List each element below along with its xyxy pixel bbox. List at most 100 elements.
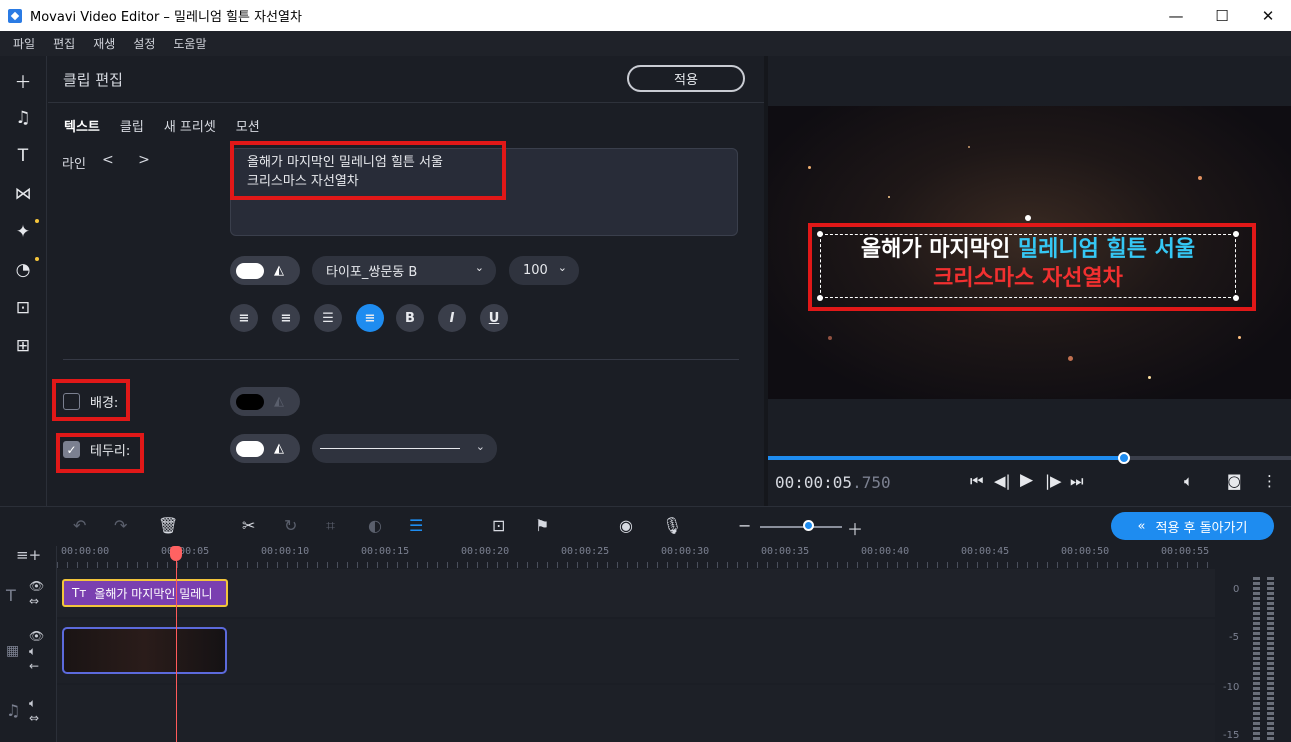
menu-file[interactable]: 파일: [4, 35, 44, 52]
text-icon[interactable]: T: [12, 145, 34, 167]
window-title: Movavi Video Editor – 밀레니엄 힐튼 자선열차: [30, 10, 302, 25]
video-clip[interactable]: [62, 627, 227, 674]
track-headers: ≡+ T 👁︎ ⇔ ▦ 👁︎ 🔈︎ ← ♫ 🔈︎ ⇔: [0, 546, 57, 742]
ruler-tick: 00:00:55: [1161, 546, 1210, 557]
apply-and-return-button[interactable]: « 적용 후 돌아가기: [1111, 512, 1274, 540]
playback-progress[interactable]: [768, 452, 1291, 464]
ruler-marks: [57, 562, 1215, 568]
clip-properties-icon[interactable]: ☰: [409, 516, 423, 535]
playhead-handle[interactable]: [170, 546, 182, 561]
arrow-left-icon[interactable]: ←: [29, 659, 39, 673]
music-icon[interactable]: ♫: [12, 107, 34, 129]
eye-icon[interactable]: 👁︎: [29, 579, 44, 593]
briefcase-icon[interactable]: ⊡: [12, 297, 34, 319]
menu-help[interactable]: 도움말: [164, 35, 215, 52]
tab-clip[interactable]: 클립: [120, 116, 144, 135]
italic-button[interactable]: I: [438, 304, 466, 332]
color-adjust-icon[interactable]: ◐: [368, 516, 382, 535]
underline-button[interactable]: U: [480, 304, 508, 332]
undo-icon[interactable]: ↶: [73, 516, 86, 535]
zoom-slider-track[interactable]: [760, 526, 842, 528]
step-forward-icon[interactable]: |▶︎: [1045, 472, 1062, 490]
border-style-select[interactable]: ⌄: [312, 434, 497, 463]
camera-icon[interactable]: ◙: [1227, 472, 1242, 490]
double-chevron-left-icon: «: [1137, 518, 1146, 534]
volume-icon[interactable]: 🔈︎: [29, 644, 36, 659]
ruler-tick: 00:00:40: [861, 546, 910, 557]
time-ruler[interactable]: 00:00:00 00:00:05 00:00:10 00:00:15 00:0…: [57, 546, 1215, 569]
bokeh-light: [808, 166, 811, 169]
play-icon[interactable]: ▶: [1020, 470, 1033, 490]
color-swatch: [236, 440, 264, 457]
video-track[interactable]: [57, 619, 1215, 683]
audio-track[interactable]: [57, 685, 1215, 742]
skip-end-icon[interactable]: ⏭: [1070, 472, 1084, 490]
link-icon[interactable]: ⇔: [29, 711, 39, 725]
zoom-in-icon[interactable]: ＋: [847, 516, 863, 540]
apply-and-return-label: 적용 후 돌아가기: [1155, 520, 1248, 536]
meter-label: -5: [1229, 632, 1239, 643]
crop-icon[interactable]: ⌗: [326, 516, 335, 536]
background-color-control[interactable]: ◭: [230, 387, 300, 416]
border-color-control[interactable]: ◭: [230, 434, 300, 463]
zoom-out-icon[interactable]: −: [738, 516, 751, 535]
meter-bar-right: [1267, 577, 1274, 742]
step-back-icon[interactable]: ◀︎|: [994, 472, 1011, 490]
font-select[interactable]: 타이포_쌍문동 B ⌄: [312, 256, 496, 285]
volume-icon[interactable]: 🔈︎: [29, 696, 36, 711]
link-icon[interactable]: ⇔: [29, 594, 39, 608]
delete-icon[interactable]: 🗑︎: [158, 516, 178, 535]
bold-button[interactable]: B: [396, 304, 424, 332]
preview-panel: 올해가 마지막인 밀레니엄 힐튼 서울 크리스마스 자선열차 00:00:05.…: [768, 56, 1291, 506]
rotate-icon[interactable]: ↻: [284, 516, 297, 535]
rotate-handle[interactable]: [1025, 215, 1031, 221]
menu-bar: 파일 편집 재생 설정 도움말: [0, 31, 1291, 56]
text-track[interactable]: [57, 569, 1215, 617]
cut-icon[interactable]: ✂: [242, 516, 255, 535]
ruler-tick: 00:00:10: [261, 546, 310, 557]
title-clip[interactable]: Tт 올해가 마지막인 밀레니: [62, 579, 228, 607]
menu-playback[interactable]: 재생: [84, 35, 124, 52]
menu-settings[interactable]: 설정: [124, 35, 164, 52]
microphone-icon[interactable]: 🎙︎: [662, 516, 682, 535]
progress-knob[interactable]: [1117, 452, 1130, 464]
redo-icon[interactable]: ↷: [114, 516, 127, 535]
fill-bucket-icon: ◭: [274, 394, 284, 409]
zoom-slider-knob[interactable]: [803, 520, 814, 531]
timecode-main: 00:00:05: [775, 473, 853, 492]
text-color-control[interactable]: ◭: [230, 256, 300, 285]
ruler-tick: 00:00:35: [761, 546, 810, 557]
export-frame-icon[interactable]: ⊡: [492, 516, 505, 535]
sticker-icon[interactable]: ◔: [12, 259, 34, 281]
apps-icon[interactable]: ⊞: [12, 335, 34, 357]
add-track-icon[interactable]: ≡+: [16, 546, 41, 564]
tab-motion[interactable]: 모션: [236, 116, 260, 135]
volume-icon[interactable]: 🔈︎: [1184, 472, 1193, 490]
skip-start-icon[interactable]: ⏮: [970, 472, 984, 490]
marker-flag-icon[interactable]: ⚑: [535, 516, 549, 535]
font-size-select[interactable]: 100 ⌄: [509, 256, 579, 285]
align-right-button[interactable]: ≡: [272, 304, 300, 332]
bokeh-light: [968, 146, 970, 148]
align-left-button[interactable]: ≡: [230, 304, 258, 332]
tab-new-preset[interactable]: 새 프리셋: [164, 116, 216, 135]
minimize-button[interactable]: —: [1153, 0, 1199, 31]
clip-editor-panel: 클립 편집 적용 텍스트 클립 새 프리셋 모션 라인 < > 올해가 마지막인…: [48, 56, 764, 506]
magic-icon[interactable]: ✦: [12, 221, 34, 243]
line-nav-arrows[interactable]: < >: [102, 152, 160, 168]
menu-edit[interactable]: 편집: [44, 35, 84, 52]
eye-icon[interactable]: 👁︎: [29, 629, 44, 643]
chevron-down-icon: ⌄: [475, 440, 485, 453]
maximize-button[interactable]: ☐: [1199, 0, 1245, 31]
apply-button[interactable]: 적용: [627, 65, 745, 92]
add-icon[interactable]: ＋: [12, 69, 34, 93]
app-icon: [8, 8, 22, 23]
close-button[interactable]: ✕: [1245, 0, 1291, 31]
font-name: 타이포_쌍문동 B: [326, 265, 418, 280]
align-center-button[interactable]: ≡: [356, 304, 384, 332]
transition-icon[interactable]: ⋈: [12, 183, 34, 205]
webcam-icon[interactable]: ◉: [619, 516, 633, 535]
tab-text[interactable]: 텍스트: [64, 116, 100, 135]
more-icon[interactable]: ⋮: [1262, 472, 1277, 490]
align-justify-button[interactable]: ☰: [314, 304, 342, 332]
